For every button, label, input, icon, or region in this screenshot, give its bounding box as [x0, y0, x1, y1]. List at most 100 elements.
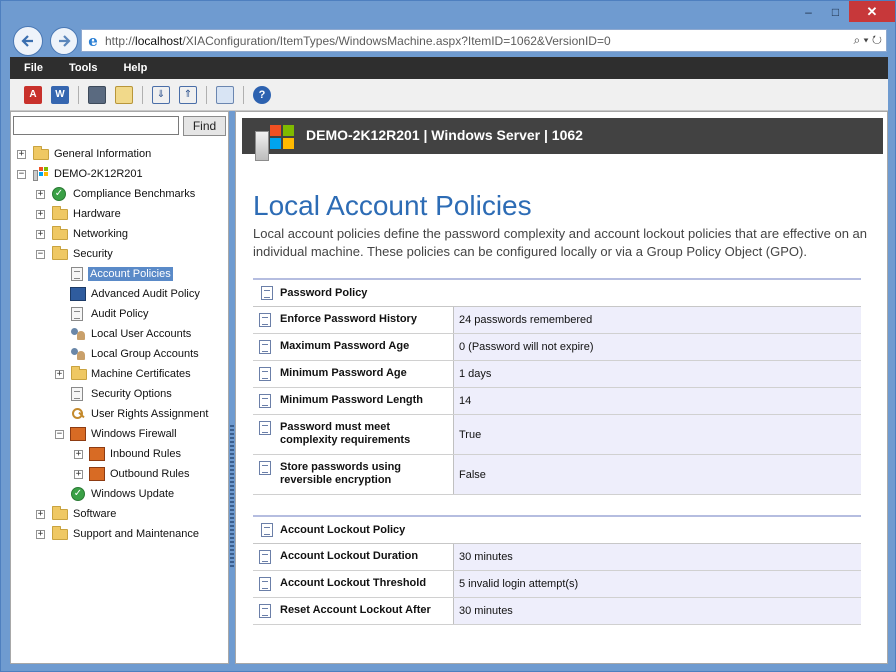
forward-button[interactable] — [50, 27, 78, 55]
tree-item-security-options[interactable]: Security Options — [11, 384, 228, 404]
back-arrow-icon — [21, 35, 33, 47]
tree-label: Local Group Accounts — [91, 348, 199, 360]
compare-icon[interactable] — [216, 85, 234, 104]
expand-icon[interactable]: + — [36, 209, 45, 219]
setting-value: True — [454, 415, 861, 454]
tree-item-windows-update[interactable]: ✓ Windows Update — [11, 484, 228, 504]
expand-icon[interactable]: + — [17, 149, 26, 159]
expand-icon[interactable]: + — [36, 229, 45, 239]
url-host: localhost — [135, 33, 183, 48]
address-url[interactable]: http://localhost/XIAConfiguration/ItemTy… — [105, 34, 853, 48]
folder-icon — [33, 146, 49, 160]
collapse-all-icon[interactable]: ⇑ — [179, 85, 197, 104]
collapse-icon[interactable]: − — [36, 249, 45, 259]
setting-icon — [259, 604, 271, 618]
setting-icon — [259, 394, 271, 408]
section-header: Account Lockout Policy — [253, 517, 861, 544]
tree-label: Local User Accounts — [91, 328, 192, 340]
pdf-export-icon[interactable]: A — [24, 85, 42, 104]
tree-item-windows-firewall[interactable]: − Windows Firewall — [11, 424, 228, 444]
folder-icon — [52, 506, 68, 520]
tree-item-general-information[interactable]: + General Information — [11, 144, 228, 164]
maximize-button[interactable]: □ — [822, 1, 849, 22]
tree-item-outbound-rules[interactable]: + Outbound Rules — [11, 464, 228, 484]
edit-icon[interactable] — [115, 85, 133, 104]
table-row: Maximum Password Age 0 (Password will no… — [253, 334, 861, 361]
toolbar-separator — [78, 85, 79, 104]
open-folder-icon — [52, 246, 68, 260]
splitter-grip[interactable] — [230, 423, 234, 567]
close-button[interactable]: ✕ — [849, 1, 895, 22]
setting-icon — [259, 340, 271, 354]
setting-name-cell: Reset Account Lockout After — [253, 598, 454, 624]
back-button[interactable] — [13, 26, 43, 56]
expand-icon[interactable]: + — [36, 529, 45, 539]
firewall-inbound-icon — [89, 447, 105, 461]
expand-icon[interactable]: + — [55, 369, 64, 379]
setting-value: 5 invalid login attempt(s) — [454, 571, 861, 597]
collapse-icon[interactable]: − — [55, 429, 64, 439]
setting-value: 30 minutes — [454, 598, 861, 624]
toolbar: A W ⇓ ⇑ ? — [10, 79, 888, 111]
section-title: Password Policy — [280, 287, 368, 299]
ie-icon: e — [88, 31, 98, 50]
folder-icon — [52, 526, 68, 540]
tree-item-security[interactable]: − Security — [11, 244, 228, 264]
tree-label: Compliance Benchmarks — [73, 188, 196, 200]
tree-item-user-rights-assignment[interactable]: User Rights Assignment — [11, 404, 228, 424]
tree-label: User Rights Assignment — [91, 408, 209, 420]
tree-item-compliance-benchmarks[interactable]: + ✓ Compliance Benchmarks — [11, 184, 228, 204]
address-bar[interactable]: e http://localhost/XIAConfiguration/Item… — [81, 29, 887, 52]
tree-item-machine[interactable]: − DEMO-2K12R201 — [11, 164, 228, 184]
tree-label: Outbound Rules — [110, 468, 190, 480]
find-button[interactable]: Find — [183, 116, 226, 136]
menu-tools[interactable]: Tools — [56, 62, 111, 74]
expand-all-icon[interactable]: ⇓ — [152, 85, 170, 104]
expand-icon[interactable]: + — [74, 469, 83, 479]
toolbar-separator — [206, 85, 207, 104]
tree-item-networking[interactable]: + Networking — [11, 224, 228, 244]
menu-bar: File Tools Help — [10, 57, 888, 79]
tree-label: Security — [73, 248, 113, 260]
setting-name: Enforce Password History — [280, 313, 417, 325]
folder-icon — [52, 206, 68, 220]
tree-item-account-policies[interactable]: Account Policies — [11, 264, 228, 284]
tree-item-software[interactable]: + Software — [11, 504, 228, 524]
tree-label: Security Options — [91, 388, 172, 400]
menu-file[interactable]: File — [10, 62, 56, 74]
expand-icon[interactable]: + — [36, 509, 45, 519]
setting-name-cell: Minimum Password Length — [253, 388, 454, 414]
setting-value: 0 (Password will not expire) — [454, 334, 861, 360]
tree-item-support-and-maintenance[interactable]: + Support and Maintenance — [11, 524, 228, 544]
tree-item-inbound-rules[interactable]: + Inbound Rules — [11, 444, 228, 464]
page-description: Local account policies define the passwo… — [253, 226, 868, 259]
tree-item-audit-policy[interactable]: Audit Policy — [11, 304, 228, 324]
expand-icon[interactable]: + — [74, 449, 83, 459]
forward-arrow-icon — [59, 35, 71, 47]
setting-name: Maximum Password Age — [280, 340, 410, 352]
table-row: Reset Account Lockout After 30 minutes — [253, 598, 861, 625]
password-policy-table: Password Policy Enforce Password History… — [253, 278, 861, 495]
expand-icon[interactable]: + — [36, 189, 45, 199]
section-header: Password Policy — [253, 280, 861, 307]
collapse-icon[interactable]: − — [17, 169, 26, 179]
help-icon[interactable]: ? — [253, 85, 271, 104]
minimize-button[interactable]: – — [795, 1, 822, 22]
tree-item-advanced-audit-policy[interactable]: Advanced Audit Policy — [11, 284, 228, 304]
search-row: Find — [13, 116, 226, 136]
tree-item-machine-certificates[interactable]: + Machine Certificates — [11, 364, 228, 384]
tree-item-hardware[interactable]: + Hardware — [11, 204, 228, 224]
menu-help[interactable]: Help — [110, 62, 160, 74]
policy-document-icon — [71, 307, 83, 321]
address-tools[interactable]: ⌕ ▾ ↻ — [853, 33, 886, 48]
table-row: Password must meet complexity requiremen… — [253, 415, 861, 455]
content-pane: DEMO-2K12R201 | Windows Server | 1062 Lo… — [235, 111, 888, 664]
table-row: Store passwords using reversible encrypt… — [253, 455, 861, 495]
search-input[interactable] — [13, 116, 179, 135]
setting-name-cell: Account Lockout Duration — [253, 544, 454, 570]
setting-name-cell: Password must meet complexity requiremen… — [253, 415, 454, 454]
tree-item-local-group-accounts[interactable]: Local Group Accounts — [11, 344, 228, 364]
tree-item-local-user-accounts[interactable]: Local User Accounts — [11, 324, 228, 344]
word-export-icon[interactable]: W — [51, 85, 69, 104]
save-icon[interactable] — [88, 85, 106, 104]
